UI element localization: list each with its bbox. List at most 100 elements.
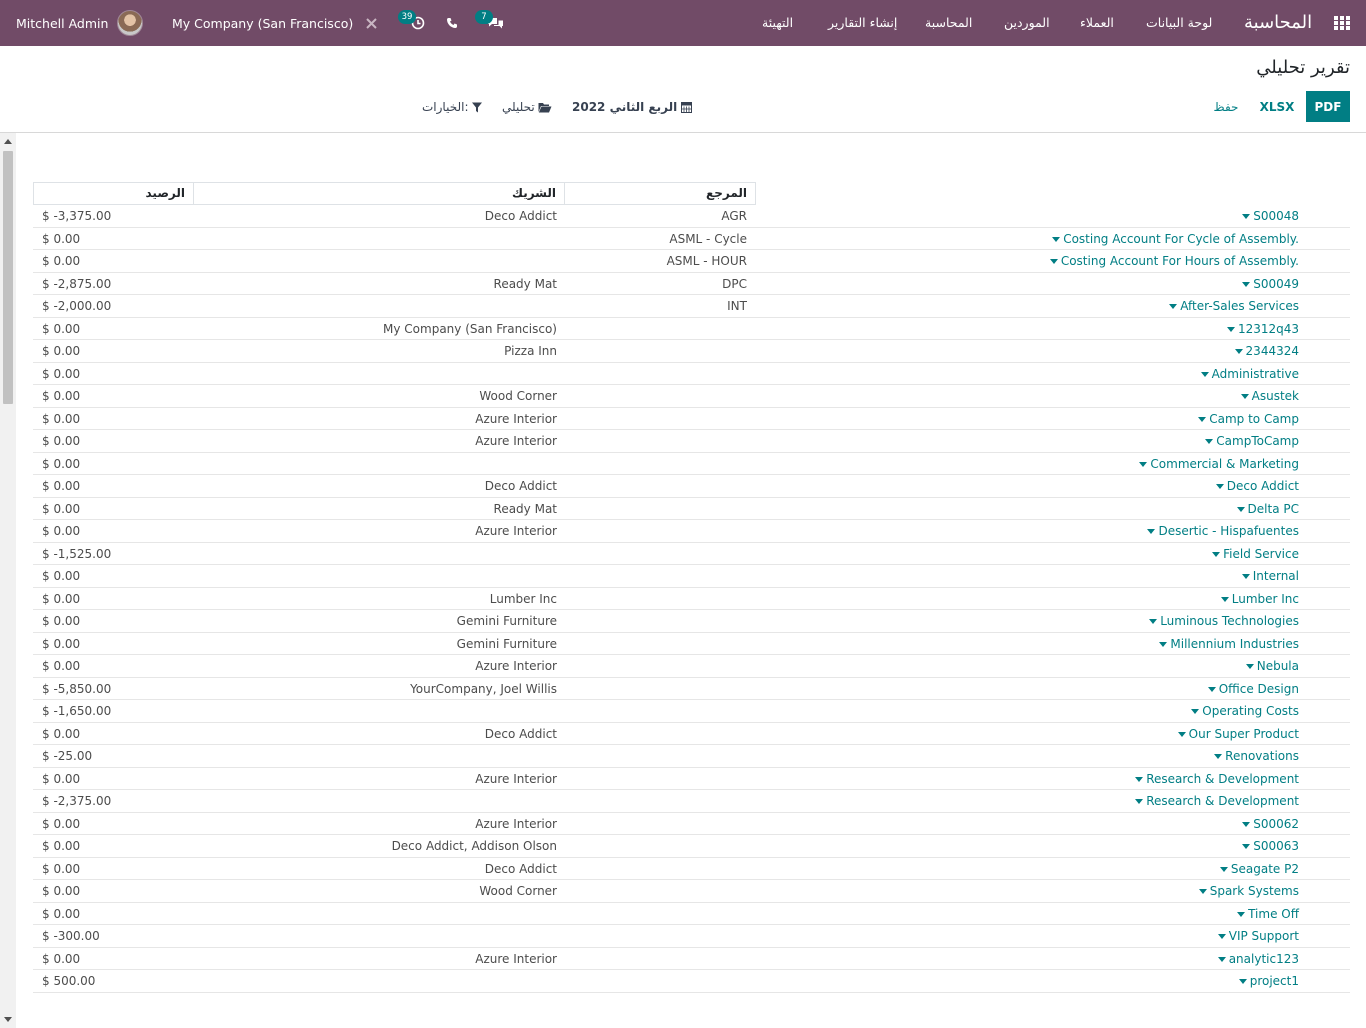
analytic-account-link[interactable]: After-Sales Services <box>1169 295 1299 317</box>
company-switcher[interactable]: My Company (San Francisco) <box>172 0 353 46</box>
save-button[interactable]: حفظ <box>1206 91 1246 122</box>
analytic-account-link[interactable]: Administrative <box>1200 363 1299 385</box>
analytic-account-link[interactable]: Operating Costs <box>1191 700 1299 722</box>
analytic-account-link[interactable]: project1 <box>1238 970 1299 992</box>
menu-accounting[interactable]: المحاسبة <box>925 0 972 46</box>
caret-down-icon[interactable] <box>1236 506 1245 512</box>
table-row: Research & Development $ -2,375.00 <box>33 790 1350 813</box>
analytic-account-link[interactable]: Research & Development <box>1135 790 1299 812</box>
vertical-scrollbar[interactable] <box>0 133 16 1028</box>
caret-down-icon[interactable] <box>1198 416 1207 422</box>
analytic-account-link[interactable]: CampToCamp <box>1205 430 1299 452</box>
analytic-account-link[interactable]: Research & Development <box>1135 768 1299 790</box>
analytic-account-link[interactable]: Delta PC <box>1236 498 1299 520</box>
debug-tools-icon[interactable] <box>365 0 378 46</box>
analytic-account-link[interactable]: Camp to Camp <box>1198 408 1299 430</box>
caret-down-icon[interactable] <box>1135 799 1144 804</box>
analytic-account-link[interactable]: Internal <box>1241 565 1299 587</box>
caret-down-icon[interactable] <box>1214 754 1223 759</box>
analytic-account-link[interactable]: Deco Addict <box>1215 475 1299 497</box>
caret-down-icon[interactable] <box>1242 844 1251 849</box>
menu-customers[interactable]: العملاء <box>1080 0 1114 46</box>
pdf-button[interactable]: PDF <box>1306 91 1350 122</box>
caret-down-icon[interactable] <box>1139 461 1148 467</box>
table-row: Operating Costs $ -1,650.00 <box>33 700 1350 723</box>
menu-dashboard[interactable]: لوحة البيانات <box>1146 0 1212 46</box>
activity-clock-icon[interactable] <box>411 0 425 46</box>
date-filter[interactable]: الربع الثاني 2022 <box>572 98 693 116</box>
analytic-account-link[interactable]: Commercial & Marketing <box>1139 453 1299 475</box>
analytic-account-link[interactable]: Costing Account For Hours of Assembly. <box>1049 250 1299 272</box>
analytic-account-link[interactable]: analytic123 <box>1217 948 1299 970</box>
caret-down-icon[interactable] <box>1215 484 1224 489</box>
caret-down-icon[interactable] <box>1191 709 1200 714</box>
analytic-account-link[interactable]: Office Design <box>1207 678 1299 700</box>
analytic-account-link[interactable]: Luminous Technologies <box>1149 610 1299 632</box>
analytic-account-link[interactable]: S00049 <box>1242 273 1299 295</box>
analytic-account-link[interactable]: Desertic - Hispafuentes <box>1147 520 1299 542</box>
analytic-account-link[interactable]: Seagate P2 <box>1219 858 1299 880</box>
caret-down-icon[interactable] <box>1177 731 1186 737</box>
caret-down-icon[interactable] <box>1226 326 1235 332</box>
menu-reporting[interactable]: إنشاء التقارير <box>828 0 897 46</box>
caret-down-icon[interactable] <box>1238 979 1247 984</box>
caret-down-icon[interactable] <box>1237 911 1246 917</box>
user-menu[interactable]: Mitchell Admin <box>16 0 144 46</box>
analytic-account-link[interactable]: Renovations <box>1214 745 1299 767</box>
table-row: S00063 Deco Addict, Addison Olson $ 0.00 <box>33 835 1350 858</box>
apps-grid-icon[interactable] <box>1334 16 1350 30</box>
menu-vendors[interactable]: الموردين <box>1004 0 1050 46</box>
caret-down-icon[interactable] <box>1234 349 1243 354</box>
scroll-down-arrow-icon[interactable] <box>4 1017 12 1022</box>
caret-down-icon[interactable] <box>1241 574 1250 579</box>
caret-down-icon[interactable] <box>1220 596 1229 602</box>
caret-down-icon[interactable] <box>1212 551 1221 557</box>
menu-configuration[interactable]: التهيئة <box>762 0 793 46</box>
caret-down-icon[interactable] <box>1207 686 1216 692</box>
scroll-thumb[interactable] <box>3 151 13 404</box>
analytic-account-link[interactable]: Lumber Inc <box>1220 588 1299 610</box>
caret-down-icon[interactable] <box>1169 304 1178 309</box>
caret-down-icon[interactable] <box>1159 641 1168 647</box>
analytic-account-link[interactable]: 12312q43 <box>1226 318 1299 340</box>
balance-cell: $ 0.00 <box>42 231 81 246</box>
analytic-account-link[interactable]: Nebula <box>1245 655 1299 677</box>
caret-down-icon[interactable] <box>1242 214 1251 219</box>
analytic-account-link[interactable]: 2344324 <box>1234 340 1299 362</box>
analytic-account-link[interactable]: Asustek <box>1240 385 1299 407</box>
analytic-account-link[interactable]: Spark Systems <box>1198 880 1299 902</box>
partner-cell: Azure Interior <box>475 951 557 966</box>
analytic-account-link[interactable]: VIP Support <box>1217 925 1299 947</box>
caret-down-icon[interactable] <box>1135 776 1144 782</box>
caret-down-icon[interactable] <box>1205 439 1214 444</box>
analytic-account-link[interactable]: S00063 <box>1242 835 1299 857</box>
caret-down-icon[interactable] <box>1200 371 1209 377</box>
caret-down-icon[interactable] <box>1052 236 1061 242</box>
xlsx-button[interactable]: XLSX <box>1255 91 1299 122</box>
caret-down-icon[interactable] <box>1219 866 1228 872</box>
app-brand[interactable]: المحاسبة <box>1244 0 1312 46</box>
scroll-up-arrow-icon[interactable] <box>4 139 12 144</box>
analytic-account-link[interactable]: Millennium Industries <box>1159 633 1299 655</box>
account-name: Operating Costs <box>1202 704 1299 718</box>
account-name: Millennium Industries <box>1170 636 1299 651</box>
caret-down-icon[interactable] <box>1049 259 1058 264</box>
phone-icon[interactable] <box>446 0 458 46</box>
caret-down-icon[interactable] <box>1240 394 1249 399</box>
analytic-account-link[interactable]: Our Super Product <box>1177 723 1299 745</box>
analytic-account-link[interactable]: Time Off <box>1237 903 1299 925</box>
analytic-filter[interactable]: تحليلي <box>502 98 552 116</box>
caret-down-icon[interactable] <box>1242 821 1251 827</box>
analytic-account-link[interactable]: Costing Account For Cycle of Assembly. <box>1052 228 1299 250</box>
caret-down-icon[interactable] <box>1217 934 1226 939</box>
caret-down-icon[interactable] <box>1217 956 1226 962</box>
analytic-account-link[interactable]: Field Service <box>1212 543 1299 565</box>
analytic-account-link[interactable]: S00062 <box>1242 813 1299 835</box>
analytic-account-link[interactable]: S00048 <box>1242 205 1299 227</box>
caret-down-icon[interactable] <box>1245 664 1254 669</box>
caret-down-icon[interactable] <box>1149 619 1158 624</box>
caret-down-icon[interactable] <box>1147 529 1156 534</box>
options-filter[interactable]: الخيارات: <box>422 98 482 116</box>
caret-down-icon[interactable] <box>1198 889 1207 894</box>
caret-down-icon[interactable] <box>1242 281 1251 287</box>
